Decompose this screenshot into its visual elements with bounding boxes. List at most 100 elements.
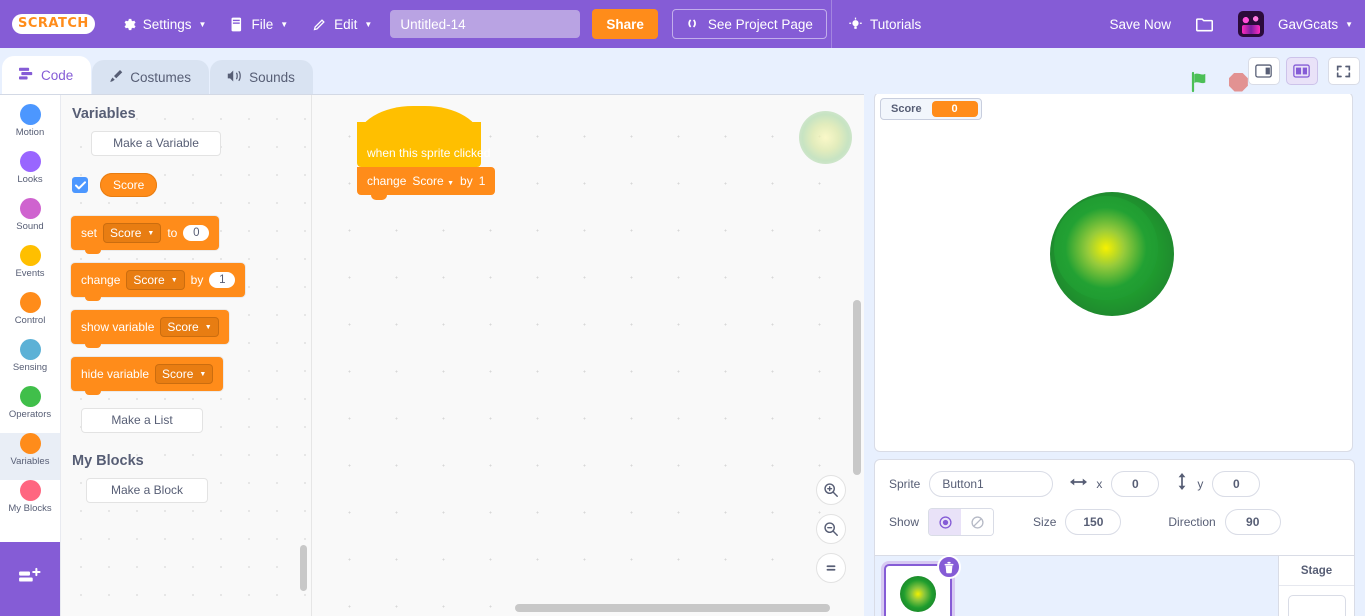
hat-block-label: when this sprite clicked xyxy=(367,146,491,160)
code-icon xyxy=(18,67,34,84)
my-stuff-button[interactable] xyxy=(1183,0,1226,48)
category-variables[interactable]: Variables xyxy=(0,433,60,480)
ws-block-dropdown[interactable]: Score ▼ xyxy=(412,174,454,188)
fullscreen-button[interactable] xyxy=(1327,57,1360,85)
save-now-button[interactable]: Save Now xyxy=(1098,0,1184,48)
variable-checkbox-score[interactable] xyxy=(72,177,88,193)
code-workspace[interactable]: when this sprite clicked change Score ▼ … xyxy=(311,95,864,616)
tutorials-button[interactable]: Tutorials xyxy=(836,0,933,48)
small-stage-button[interactable] xyxy=(1247,57,1280,85)
file-menu[interactable]: File ▼ xyxy=(218,0,300,48)
category-sound[interactable]: Sound xyxy=(0,198,60,245)
palette-scrollbar[interactable] xyxy=(300,545,307,591)
sprite-direction-label: Direction xyxy=(1168,515,1216,529)
variable-reporter-score[interactable]: Score xyxy=(100,173,158,197)
block-show-prefix: show variable xyxy=(81,320,155,334)
tab-costumes-label: Costumes xyxy=(130,70,192,85)
sprite-size-input[interactable] xyxy=(1065,509,1122,535)
delete-sprite-button[interactable] xyxy=(937,555,961,579)
account-menu[interactable]: GavGcats ▼ xyxy=(1226,0,1365,48)
block-hide-variable[interactable]: hide variable Score ▼ xyxy=(71,357,224,395)
category-motion-label: Motion xyxy=(15,127,45,138)
hide-sprite-button[interactable] xyxy=(961,509,994,535)
category-events-label: Events xyxy=(15,268,45,279)
chevron-down-icon: ▼ xyxy=(199,370,207,378)
category-sensing-label: Sensing xyxy=(12,362,48,373)
block-change-score-by[interactable]: change Score ▼ by 1 xyxy=(357,167,496,200)
block-hide-dropdown[interactable]: Score ▼ xyxy=(155,364,214,384)
palette-heading-myblocks: My Blocks xyxy=(72,453,144,469)
show-sprite-button[interactable] xyxy=(929,509,962,535)
ws-block-value[interactable]: 1 xyxy=(479,174,486,188)
stage[interactable]: Score 0 xyxy=(874,92,1353,452)
sprite-show-label: Show xyxy=(889,515,920,529)
workspace-horizontal-scrollbar[interactable] xyxy=(515,604,830,612)
category-myblocks[interactable]: My Blocks xyxy=(0,480,60,527)
stage-wrapper: Score 0 xyxy=(864,92,1365,452)
block-change-value[interactable]: 1 xyxy=(209,272,236,288)
stage-size-group xyxy=(1247,57,1318,85)
block-change-variable[interactable]: change Score ▼ by 1 xyxy=(71,263,246,301)
workspace-vertical-scrollbar[interactable] xyxy=(853,300,861,475)
monitor-value: 0 xyxy=(931,101,978,117)
stage-size-controls xyxy=(1247,48,1365,94)
block-show-variable[interactable]: show variable Score ▼ xyxy=(71,310,229,348)
settings-menu[interactable]: Settings ▼ xyxy=(109,0,219,48)
block-change-dropdown-label: Score xyxy=(133,273,165,287)
zoom-out-button[interactable] xyxy=(816,514,846,544)
sprite-x-input[interactable] xyxy=(1111,471,1160,497)
large-stage-button[interactable] xyxy=(1285,57,1318,85)
block-show-dropdown[interactable]: Score ▼ xyxy=(160,317,219,337)
sprite-direction-input[interactable] xyxy=(1224,509,1281,535)
category-column: Motion Looks Sound Events Control Sensin… xyxy=(0,95,61,616)
sound-color-dot xyxy=(19,198,41,219)
block-set-dropdown[interactable]: Score ▼ xyxy=(103,223,162,243)
tab-code[interactable]: Code xyxy=(2,56,92,94)
variable-monitor-score[interactable]: Score 0 xyxy=(880,98,982,120)
myblocks-color-dot xyxy=(19,480,41,501)
tab-costumes[interactable]: Costumes xyxy=(92,60,210,94)
variable-row-score: Score xyxy=(72,173,311,197)
block-set-dropdown-label: Score xyxy=(110,226,142,240)
add-extension-button[interactable] xyxy=(0,542,60,616)
stage-selector[interactable]: Stage Backdrops xyxy=(1278,556,1354,616)
stage-sprite-green-ball[interactable] xyxy=(1050,192,1174,316)
block-change-dropdown[interactable]: Score ▼ xyxy=(126,270,185,290)
block-when-this-sprite-clicked[interactable]: when this sprite clicked xyxy=(357,106,490,171)
chevron-down-icon: ▼ xyxy=(364,20,373,29)
stage-thumbnail[interactable] xyxy=(1287,595,1346,616)
sprite-y-input[interactable] xyxy=(1212,471,1261,497)
script-stack[interactable]: when this sprite clicked change Score ▼ … xyxy=(357,106,496,200)
zoom-in-button[interactable] xyxy=(816,475,846,505)
category-control[interactable]: Control xyxy=(0,292,60,339)
scratch-logo-text: SCRATCH xyxy=(18,16,89,31)
category-looks[interactable]: Looks xyxy=(0,151,60,198)
chevron-down-icon: ▼ xyxy=(204,323,212,331)
green-flag-icon[interactable] xyxy=(1189,70,1213,94)
category-events[interactable]: Events xyxy=(0,245,60,292)
edit-menu[interactable]: Edit ▼ xyxy=(300,0,384,48)
block-set-variable[interactable]: set Score ▼ to 0 xyxy=(71,216,220,254)
blocks-palette[interactable]: Variables Make a Variable Score set Scor… xyxy=(61,95,311,616)
folder-icon xyxy=(1195,16,1214,33)
make-a-block-button[interactable]: Make a Block xyxy=(86,478,208,503)
sprite-info-row-2: Show Size Direction xyxy=(889,508,1340,536)
chevron-down-icon: ▼ xyxy=(280,20,289,29)
tab-sounds[interactable]: Sounds xyxy=(210,60,313,94)
sprite-list[interactable]: Stage Backdrops xyxy=(875,555,1354,616)
category-sensing[interactable]: Sensing xyxy=(0,339,60,386)
project-title-input[interactable] xyxy=(390,10,581,38)
sprite-name-input[interactable] xyxy=(929,471,1054,497)
sprite-card-button1[interactable] xyxy=(884,555,961,616)
scratch-logo-shape: SCRATCH xyxy=(12,14,95,34)
category-motion[interactable]: Motion xyxy=(0,104,60,151)
see-project-page-button[interactable]: See Project Page xyxy=(671,9,827,39)
share-button[interactable]: Share xyxy=(592,9,658,39)
make-a-list-button[interactable]: Make a List xyxy=(81,408,203,433)
stop-sign-icon[interactable] xyxy=(1228,72,1248,92)
make-a-variable-button[interactable]: Make a Variable xyxy=(91,131,221,156)
category-operators[interactable]: Operators xyxy=(0,386,60,433)
scratch-logo[interactable]: SCRATCH xyxy=(0,14,109,34)
block-set-value[interactable]: 0 xyxy=(183,225,210,241)
zoom-reset-button[interactable] xyxy=(816,553,846,583)
